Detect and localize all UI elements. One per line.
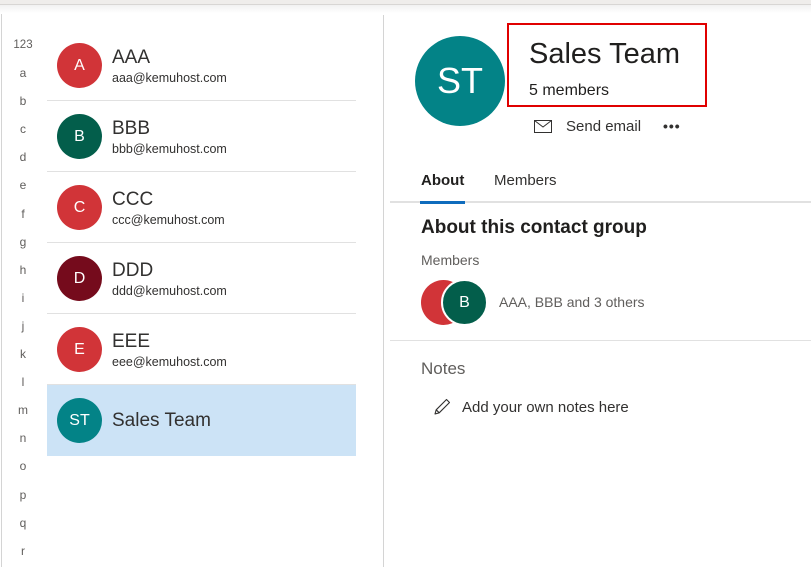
contact-name: BBB	[112, 118, 151, 139]
group-avatar: ST	[415, 36, 505, 126]
avatar: A	[57, 43, 102, 88]
tab-members[interactable]: Members	[494, 172, 557, 201]
alpha-index-a[interactable]: a	[0, 65, 46, 93]
alpha-index-h[interactable]: h	[0, 262, 46, 290]
contact-name: Sales Team	[112, 410, 211, 431]
alpha-index-j[interactable]: j	[0, 318, 46, 346]
avatar: B	[57, 114, 102, 159]
avatar: B	[441, 279, 488, 326]
alpha-index-i[interactable]: i	[0, 290, 46, 318]
contact-name: CCC	[112, 189, 154, 210]
about-section-title: About this contact group	[421, 217, 647, 238]
alpha-index-o[interactable]: o	[0, 458, 46, 486]
send-email-button[interactable]: Send email	[534, 115, 641, 137]
section-divider	[390, 340, 811, 341]
alpha-index-r[interactable]: r	[0, 543, 46, 567]
tab-about[interactable]: About	[419, 172, 466, 204]
members-label: Members	[421, 252, 480, 268]
contact-email: bbb@kemuhost.com	[112, 142, 227, 156]
avatar: ST	[57, 398, 102, 443]
alpha-index-m[interactable]: m	[0, 402, 46, 430]
contact-list-item[interactable]: A AAA aaa@kemuhost.com	[47, 30, 356, 101]
contact-list: A AAA aaa@kemuhost.com B BBB bbb@kemuhos…	[47, 30, 356, 456]
notes-label: Notes	[421, 359, 466, 378]
alpha-index-b[interactable]: b	[0, 93, 46, 121]
avatar: D	[57, 256, 102, 301]
contact-name: AAA	[112, 47, 151, 68]
alpha-index-e[interactable]: e	[0, 177, 46, 205]
alpha-index-g[interactable]: g	[0, 234, 46, 262]
contact-list-item[interactable]: B BBB bbb@kemuhost.com	[47, 101, 356, 172]
more-options-button[interactable]: •••	[663, 115, 681, 137]
contact-name: EEE	[112, 331, 151, 352]
contact-email: eee@kemuhost.com	[112, 355, 227, 369]
contact-email: ddd@kemuhost.com	[112, 284, 227, 298]
alpha-index-k[interactable]: k	[0, 346, 46, 374]
add-notes-label: Add your own notes here	[462, 398, 629, 416]
contact-list-item[interactable]: C CCC ccc@kemuhost.com	[47, 172, 356, 243]
add-notes-button[interactable]: Add your own notes here	[432, 397, 629, 417]
member-count: 5 members	[529, 82, 610, 99]
alpha-index-f[interactable]: f	[0, 206, 46, 234]
alpha-index-q[interactable]: q	[0, 515, 46, 543]
contact-email: ccc@kemuhost.com	[112, 213, 225, 227]
detail-tabs: About Members	[390, 168, 811, 204]
contact-name: DDD	[112, 260, 154, 281]
member-avatar-stack[interactable]: B	[421, 279, 491, 326]
pencil-icon	[434, 398, 451, 415]
avatar: C	[57, 185, 102, 230]
members-summary-link[interactable]: AAA, BBB and 3 others	[499, 294, 645, 310]
alpha-index-n[interactable]: n	[0, 430, 46, 458]
avatar: E	[57, 327, 102, 372]
group-title: Sales Team	[529, 38, 680, 70]
alpha-index-123[interactable]: 123	[0, 37, 46, 65]
alpha-index-d[interactable]: d	[0, 149, 46, 177]
contact-list-item[interactable]: E EEE eee@kemuhost.com	[47, 314, 356, 385]
contact-list-item[interactable]: D DDD ddd@kemuhost.com	[47, 243, 356, 314]
alpha-index-c[interactable]: c	[0, 121, 46, 149]
alphabet-index: 123 a b c d e f g h i j k l m n o p q r	[0, 37, 46, 567]
contact-detail-pane: ST Sales Team 5 members Send email ••• A…	[384, 0, 811, 567]
alpha-index-p[interactable]: p	[0, 487, 46, 515]
send-email-label: Send email	[566, 117, 642, 135]
contact-email: aaa@kemuhost.com	[112, 71, 227, 85]
contact-list-item-selected[interactable]: ST Sales Team	[47, 385, 356, 456]
mail-icon	[534, 119, 552, 133]
alpha-index-l[interactable]: l	[0, 374, 46, 402]
